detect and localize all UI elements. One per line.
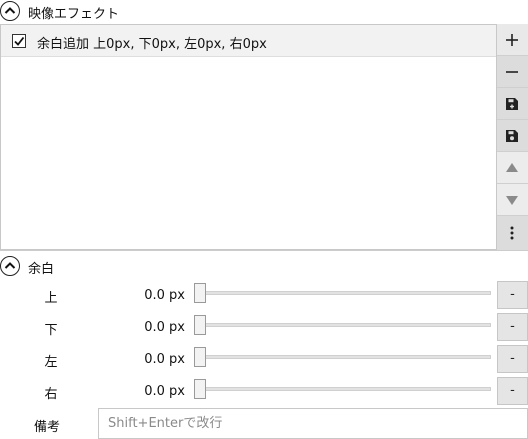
margin-left-value[interactable]: 0.0 px (110, 352, 185, 367)
chevron-up-icon (4, 262, 16, 269)
minus-icon (506, 71, 518, 73)
margin-left-label: 左 (44, 355, 58, 370)
collapse-effects-button[interactable] (0, 1, 20, 21)
margin-top-value[interactable]: 0.0 px (110, 288, 185, 303)
margin-bottom-slider-thumb[interactable] (194, 315, 206, 335)
margin-top-slider-track[interactable] (200, 291, 491, 295)
margin-top-reset-button[interactable]: - (497, 281, 528, 309)
section-title-video-effects: 映像エフェクト (28, 7, 120, 22)
margin-top-label: 上 (44, 291, 58, 306)
more-options-button[interactable] (497, 216, 528, 250)
list-item[interactable]: 余白追加 上0px, 下0px, 左0px, 右0px (1, 25, 496, 57)
margin-right-slider-track[interactable] (200, 387, 491, 391)
margin-right-label: 右 (44, 387, 58, 402)
save-new-icon (506, 98, 518, 110)
save-new-button[interactable] (497, 88, 528, 120)
margin-bottom-slider-track[interactable] (200, 323, 491, 327)
notes-input[interactable] (98, 408, 528, 439)
triangle-up-icon (506, 163, 518, 172)
notes-label: 備考 (34, 420, 61, 435)
margin-right-value[interactable]: 0.0 px (110, 384, 185, 399)
add-effect-button[interactable] (497, 24, 528, 56)
margin-top-slider-thumb[interactable] (194, 283, 206, 303)
margin-left-reset-button[interactable]: - (497, 345, 528, 373)
margin-bottom-label: 下 (44, 323, 58, 338)
chevron-up-icon (4, 7, 16, 14)
more-vertical-icon (510, 226, 514, 240)
effect-enabled-checkbox[interactable] (12, 34, 26, 48)
margin-right-reset-button[interactable]: - (497, 377, 528, 405)
effect-label: 余白追加 上0px, 下0px, 左0px, 右0px (37, 37, 267, 52)
margin-left-slider-track[interactable] (200, 355, 491, 359)
plus-icon (506, 34, 518, 46)
move-up-button[interactable] (497, 152, 528, 184)
remove-effect-button[interactable] (497, 56, 528, 88)
margin-right-slider-thumb[interactable] (194, 379, 206, 399)
section-title-margin: 余白 (28, 262, 55, 277)
section-divider (0, 250, 528, 251)
save-icon (506, 130, 518, 142)
move-down-button[interactable] (497, 184, 528, 216)
effects-toolbar (497, 24, 528, 250)
margin-bottom-reset-button[interactable]: - (497, 313, 528, 341)
collapse-margin-button[interactable] (0, 256, 20, 276)
margin-left-slider-thumb[interactable] (194, 347, 206, 367)
checkmark-icon (14, 36, 25, 46)
effects-list[interactable]: 余白追加 上0px, 下0px, 左0px, 右0px (0, 24, 497, 250)
margin-bottom-value[interactable]: 0.0 px (110, 320, 185, 335)
save-button[interactable] (497, 120, 528, 152)
triangle-down-icon (506, 196, 518, 205)
